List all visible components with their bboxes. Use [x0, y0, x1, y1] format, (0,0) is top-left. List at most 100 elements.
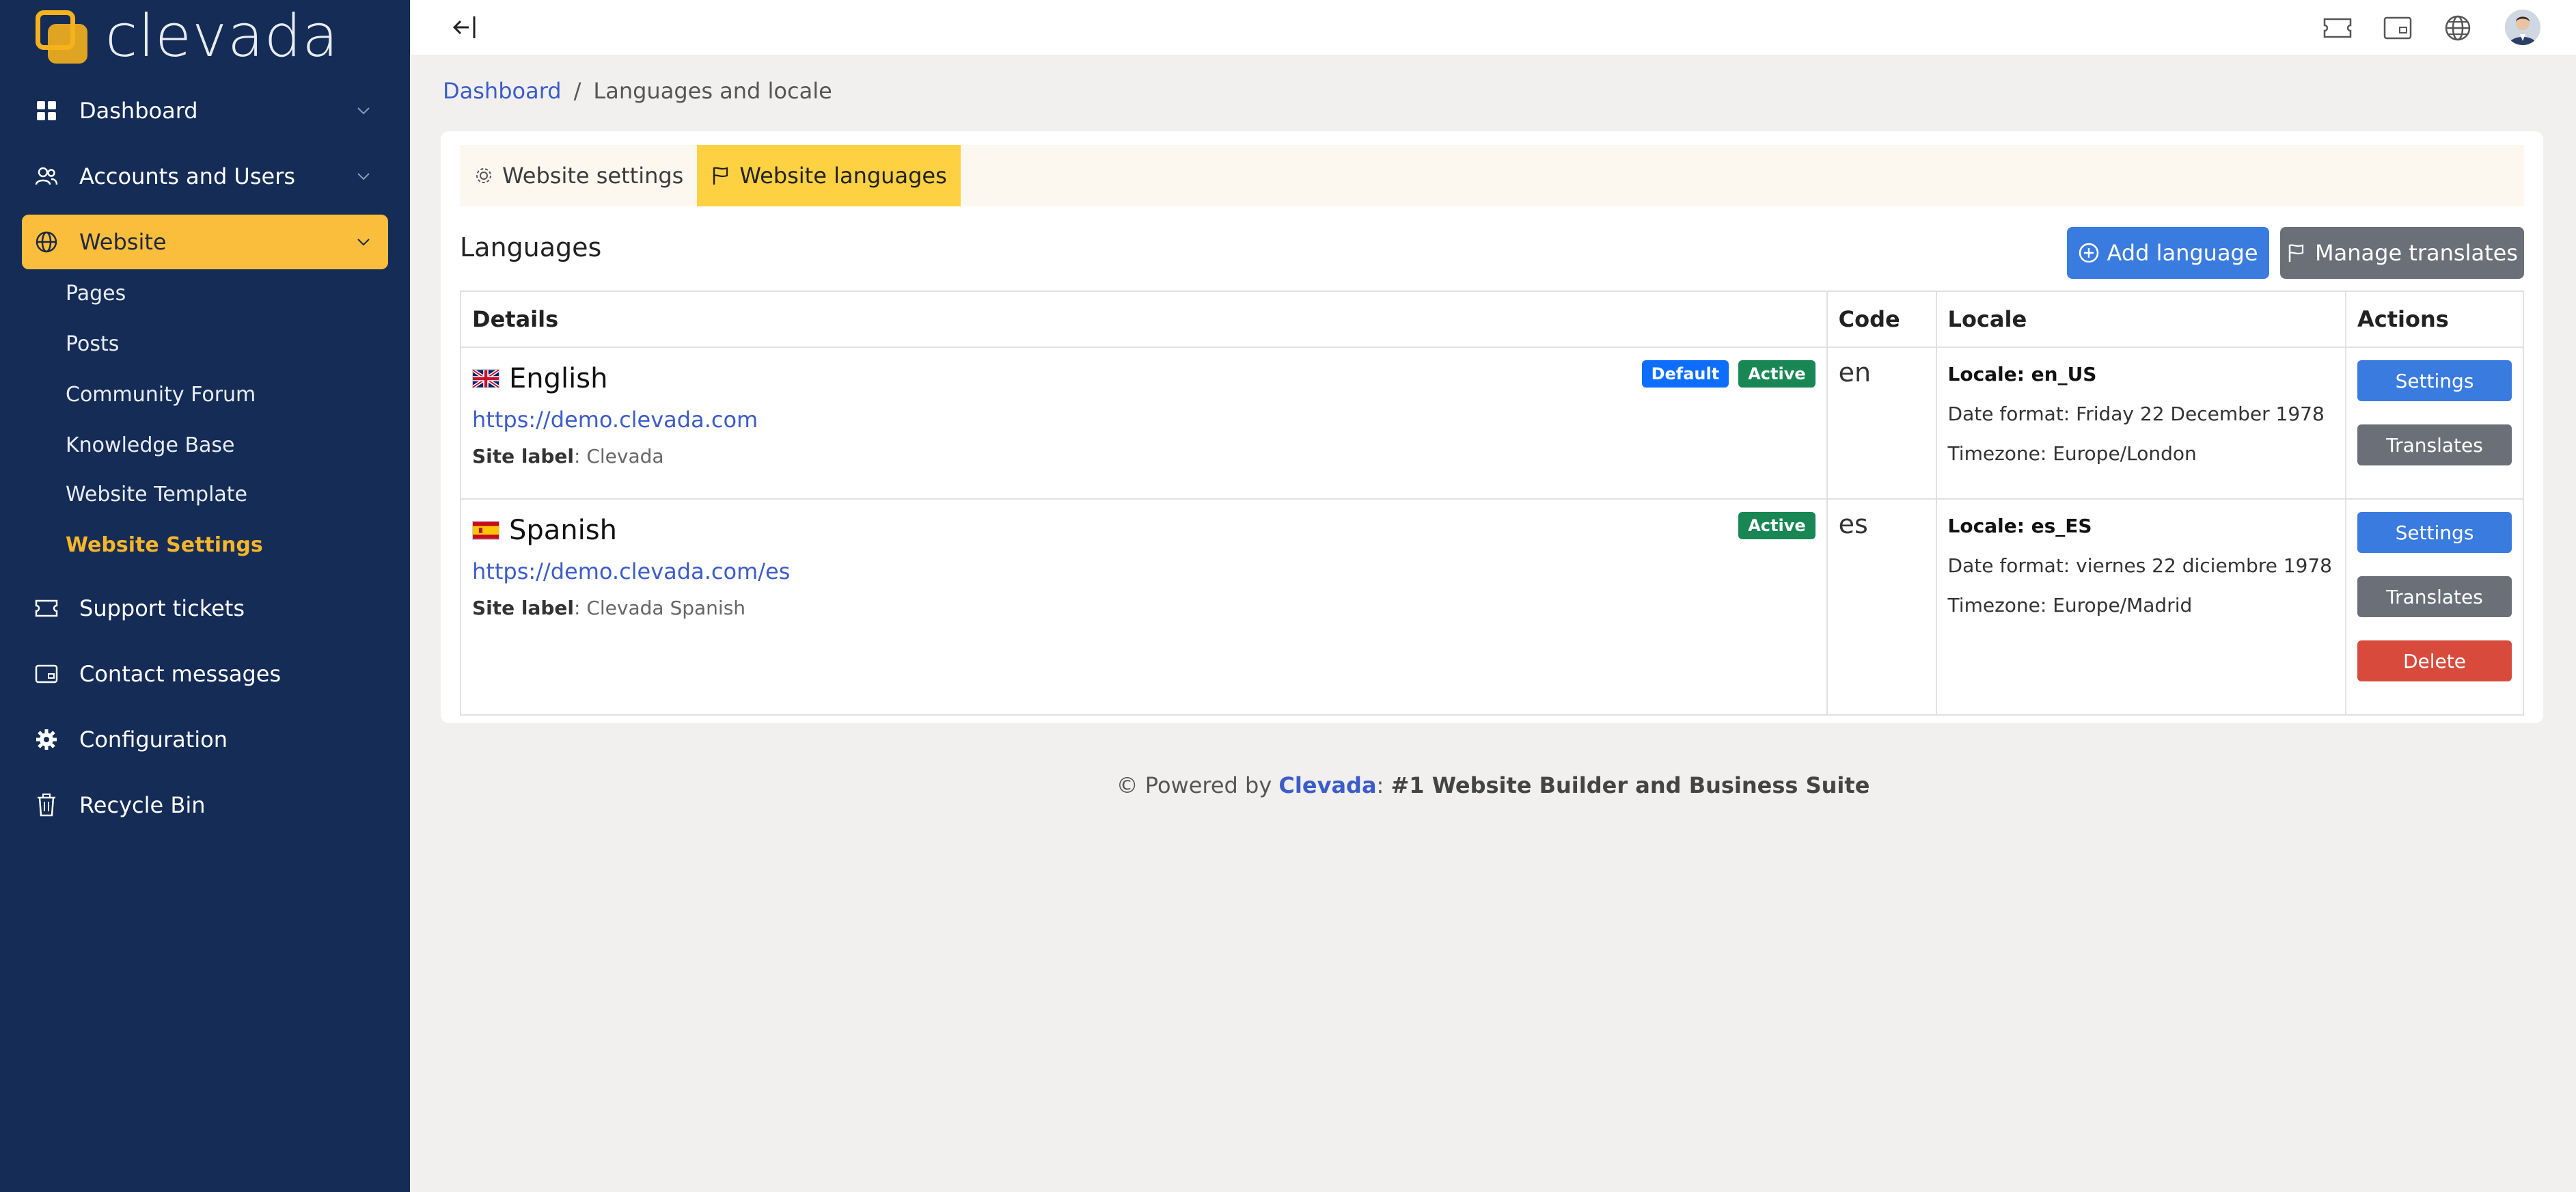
grid-icon — [30, 94, 63, 127]
languages-table: Details Code Locale Actions English http… — [460, 290, 2525, 716]
avatar[interactable] — [2505, 10, 2540, 45]
locale-value: Locale: en_US — [1947, 363, 2097, 385]
ticket-icon[interactable] — [2322, 12, 2353, 44]
sidebar-item-label: Contact messages — [79, 661, 282, 687]
breadcrumb-separator: / — [573, 78, 581, 104]
sidebar-subitem-website-settings[interactable]: Website Settings — [66, 533, 263, 557]
language-details-cell: English https://demo.clevada.com Site la… — [460, 347, 1828, 500]
sidebar-item-configuration[interactable]: Configuration — [22, 712, 388, 767]
settings-button[interactable]: Settings — [2357, 512, 2512, 553]
breadcrumb-link-dashboard[interactable]: Dashboard — [443, 78, 562, 104]
tab-website-settings[interactable]: Website settings — [460, 145, 697, 206]
language-site-url[interactable]: https://demo.clevada.com — [472, 407, 1815, 433]
sidebar-item-dashboard[interactable]: Dashboard — [22, 83, 388, 138]
badges: Default Active — [1641, 360, 1815, 388]
sidebar-subitem-community-forum[interactable]: Community Forum — [66, 383, 256, 407]
sidebar-item-recycle-bin[interactable]: Recycle Bin — [22, 778, 388, 832]
gear-icon — [474, 165, 495, 187]
footer-prefix: © Powered by — [1116, 772, 1279, 798]
site-label: Site label: Clevada — [472, 445, 1815, 468]
logo-mark-icon — [33, 6, 93, 66]
breadcrumb-current: Languages and locale — [593, 78, 832, 104]
site-label: Site label: Clevada Spanish — [472, 597, 1815, 619]
active-badge: Active — [1738, 360, 1815, 388]
chevron-down-icon — [357, 239, 370, 246]
column-header-code: Code — [1826, 290, 1937, 348]
site-label-value: : Clevada Spanish — [574, 597, 746, 619]
sidebar-item-contact-messages[interactable]: Contact messages — [22, 647, 388, 701]
sidebar-subitem-knowledge-base[interactable]: Knowledge Base — [66, 433, 235, 457]
footer-tagline: #1 Website Builder and Business Suite — [1390, 772, 1870, 798]
sidebar-subitem-website-template[interactable]: Website Template — [66, 483, 247, 506]
sidebar-item-website[interactable]: Website — [22, 215, 388, 269]
column-header-locale: Locale — [1935, 290, 2346, 348]
language-site-url[interactable]: https://demo.clevada.com/es — [472, 558, 1815, 584]
sidebar-item-label: Accounts and Users — [79, 163, 296, 189]
tab-label: Website settings — [502, 163, 684, 189]
language-name: Spanish — [472, 515, 1815, 546]
date-format-value: Date format: Friday 22 December 1978 — [1947, 403, 2325, 425]
mail-icon[interactable] — [2382, 12, 2413, 44]
globe-icon — [30, 226, 63, 258]
sidebar-item-label: Website — [79, 229, 167, 255]
site-label-key: Site label — [472, 597, 575, 619]
locale-value: Locale: es_ES — [1947, 515, 2092, 537]
flag-icon — [2286, 241, 2310, 265]
flag-icon — [711, 165, 732, 187]
manage-translates-button[interactable]: Manage translates — [2280, 227, 2524, 279]
timezone-value: Timezone: Europe/Madrid — [1947, 594, 2193, 617]
delete-button[interactable]: Delete — [2357, 640, 2512, 681]
brand-logo[interactable]: clevada — [33, 5, 339, 67]
es-flag-icon — [472, 521, 499, 540]
sidebar-item-support-tickets[interactable]: Support tickets — [22, 581, 388, 636]
language-details-cell: Spanish https://demo.clevada.com/es Site… — [460, 498, 1828, 716]
tab-website-languages[interactable]: Website languages — [697, 145, 961, 206]
ticket-icon — [30, 592, 63, 625]
default-badge: Default — [1641, 360, 1729, 388]
translates-button[interactable]: Translates — [2357, 424, 2512, 465]
sidebar-item-label: Recycle Bin — [79, 792, 206, 818]
actions-cell: Settings Translates Delete — [2344, 498, 2525, 716]
sidebar-item-accounts-users[interactable]: Accounts and Users — [22, 149, 388, 204]
section-title: Languages — [460, 232, 602, 262]
button-label: Add language — [2107, 240, 2258, 266]
locale-cell: Locale: es_ES Date format: viernes 22 di… — [1935, 498, 2346, 716]
chevron-down-icon — [357, 173, 370, 180]
gear-icon — [30, 723, 63, 756]
back-arrow-icon[interactable] — [448, 11, 481, 44]
settings-button[interactable]: Settings — [2357, 360, 2512, 401]
footer: © Powered by Clevada: #1 Website Builder… — [410, 772, 2576, 798]
column-header-actions: Actions — [2344, 290, 2525, 348]
date-format-value: Date format: viernes 22 diciembre 1978 — [1947, 554, 2332, 577]
sidebar-item-label: Configuration — [79, 727, 228, 753]
plus-circle-icon — [2078, 241, 2101, 265]
column-header-details: Details — [460, 290, 1828, 348]
chevron-down-icon — [357, 107, 370, 115]
trash-icon — [30, 789, 63, 822]
users-icon — [30, 160, 63, 193]
globe-icon[interactable] — [2442, 12, 2474, 44]
sidebar-subitem-posts[interactable]: Posts — [66, 332, 119, 356]
table-row: Spanish https://demo.clevada.com/es Site… — [460, 498, 2525, 716]
actions-cell: Settings Translates — [2344, 347, 2525, 500]
locale-cell: Locale: en_US Date format: Friday 22 Dec… — [1935, 347, 2346, 500]
mail-icon — [30, 658, 63, 690]
language-name: English — [472, 363, 1815, 394]
badges: Active — [1738, 512, 1815, 539]
sidebar-subitem-pages[interactable]: Pages — [66, 282, 126, 306]
table-row: English https://demo.clevada.com Site la… — [460, 347, 2525, 500]
breadcrumb: Dashboard / Languages and locale — [443, 78, 832, 104]
brand-name: clevada — [105, 2, 339, 70]
settings-tabs: Website settings Website languages — [460, 145, 2524, 206]
uk-flag-icon — [472, 369, 499, 388]
footer-brand-link[interactable]: Clevada — [1278, 772, 1376, 798]
footer-suffix: : — [1376, 772, 1391, 798]
topbar — [410, 0, 2576, 55]
translates-button[interactable]: Translates — [2357, 576, 2512, 617]
timezone-value: Timezone: Europe/London — [1947, 442, 2197, 465]
site-label-key: Site label — [472, 445, 575, 468]
active-badge: Active — [1738, 512, 1815, 539]
sidebar-item-label: Dashboard — [79, 98, 198, 124]
add-language-button[interactable]: Add language — [2067, 227, 2269, 279]
language-name-text: Spanish — [509, 515, 617, 546]
